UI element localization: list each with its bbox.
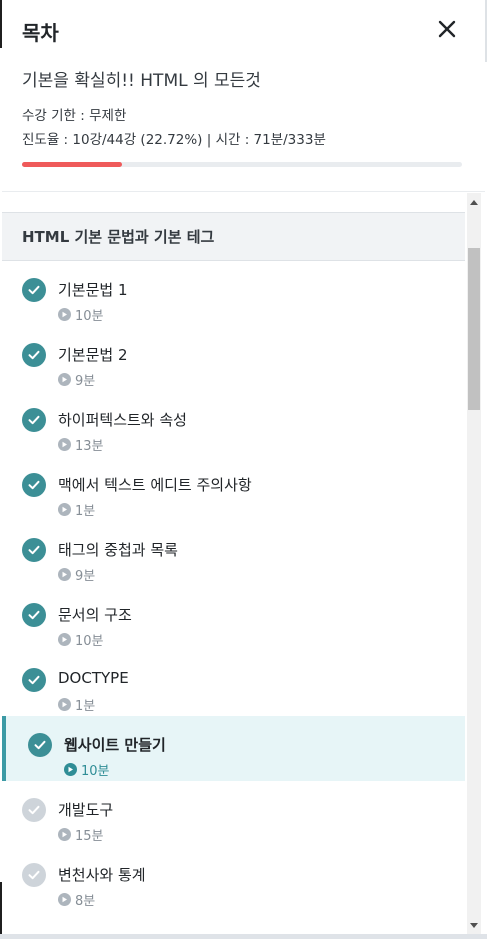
lecture-duration-text: 8분 [75,894,96,909]
scrollbar-thumb[interactable] [468,248,480,410]
play-circle-icon [58,828,71,841]
lecture-duration: 10분 [58,630,104,649]
lecture-list: HTML 기본 문법과 기본 테그 기본문법 1 10분 기본문법 2 9분 하이퍼텍스… [2,212,465,934]
scrollbar[interactable] [467,193,481,934]
play-circle-icon [58,893,71,906]
check-circle-icon [22,408,46,432]
check-circle-icon [22,538,46,562]
lecture-title: 기본문법 2 [58,346,128,364]
play-circle-icon [58,568,71,581]
toc-title: 목차 [22,21,59,45]
lecture-title: 웹사이트 만들기 [64,736,166,754]
close-icon [438,20,456,38]
lecture-title: 변천사와 통계 [58,866,146,884]
play-circle-icon [58,698,71,711]
lecture-title: DOCTYPE [58,669,129,687]
lecture-title: 문서의 구조 [58,606,132,624]
lecture-title: 맥에서 텍스트 에디트 주의사항 [58,476,252,494]
check-circle-icon [22,668,46,692]
lecture-duration: 8분 [58,890,95,909]
lecture-duration-text: 9분 [75,374,96,389]
lecture-item[interactable]: 태그의 중첩과 목록 9분 [2,521,465,586]
check-circle-icon [22,278,46,302]
lecture-duration: 1분 [58,500,95,519]
lecture-duration-text: 9분 [75,569,96,584]
check-circle-icon [22,603,46,627]
lecture-duration: 9분 [58,565,95,584]
play-circle-icon [58,438,71,451]
lecture-duration: 10분 [58,305,104,324]
lecture-duration: 1분 [58,695,95,714]
check-circle-icon [28,733,52,757]
play-circle-icon [58,503,71,516]
toc-panel: 목차 기본을 확실히!! HTML 의 모든것 수강 기한 : 무제한 진도율 … [2,0,485,939]
lecture-item[interactable]: 기본문법 2 9분 [2,326,465,391]
lecture-duration: 9분 [58,370,95,389]
lecture-item[interactable]: 개발도구 15분 [2,781,465,846]
play-circle-icon [58,633,71,646]
lecture-item[interactable]: 기본문법 1 10분 [2,261,465,326]
close-button[interactable] [435,17,459,41]
scroll-up-arrow-icon [470,199,478,205]
lecture-duration-text: 13분 [75,439,104,454]
lecture-duration: 15분 [58,825,104,844]
lecture-duration-text: 15분 [75,829,104,844]
lecture-duration-text: 1분 [75,699,96,714]
lecture-item[interactable]: 맥에서 텍스트 에디트 주의사항 1분 [2,456,465,521]
lecture-duration: 13분 [58,435,104,454]
lecture-duration-text: 10분 [75,309,104,324]
scroll-up-button[interactable] [467,193,481,210]
lecture-title: 태그의 중첩과 목록 [58,541,178,559]
progress-bar-fill [22,162,122,167]
check-circle-icon [22,798,46,822]
lecture-title: 기본문법 1 [58,281,128,299]
progress-bar [22,162,462,167]
check-circle-icon [22,473,46,497]
check-circle-icon [22,863,46,887]
lecture-item[interactable]: 웹사이트 만들기 10분 [2,716,465,781]
section-header[interactable]: HTML 기본 문법과 기본 테그 [2,212,465,261]
course-title: 기본을 확실히!! HTML 의 모든것 [22,71,261,91]
lecture-title: 하이퍼텍스트와 속성 [58,411,187,429]
lecture-duration-text: 10분 [75,634,104,649]
lecture-title: 개발도구 [58,801,114,819]
lecture-duration: 10분 [64,760,110,779]
lecture-duration-text: 1분 [75,504,96,519]
play-circle-icon [58,308,71,321]
lecture-item[interactable]: 문서의 구조 10분 [2,586,465,651]
play-circle-icon [64,763,77,776]
bottom-scrollbar [0,934,487,939]
scroll-down-arrow-icon [470,922,478,928]
toc-header: 목차 기본을 확실히!! HTML 의 모든것 수강 기한 : 무제한 진도율 … [2,0,485,192]
check-circle-icon [22,343,46,367]
lecture-duration-text: 10분 [81,764,110,779]
lecture-item[interactable]: DOCTYPE 1분 [2,651,465,716]
play-circle-icon [58,373,71,386]
scroll-down-button[interactable] [467,917,481,934]
course-progress-text: 진도율 : 10강/44강 (22.72%) | 시간 : 71분/333분 [22,132,326,148]
lecture-item[interactable]: 하이퍼텍스트와 속성 13분 [2,391,465,456]
lecture-item[interactable]: 변천사와 통계 8분 [2,846,465,911]
course-period: 수강 기한 : 무제한 [22,108,127,124]
